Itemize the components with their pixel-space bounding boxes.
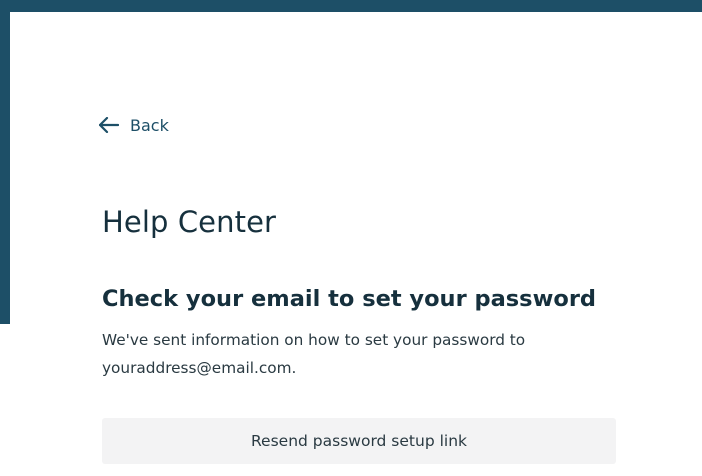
confirmation-heading: Check your email to set your password [102, 286, 597, 312]
confirmation-message: We've sent information on how to set you… [102, 326, 622, 382]
back-link[interactable]: Back [98, 114, 169, 136]
top-accent-bar [0, 0, 702, 12]
back-label: Back [130, 115, 169, 135]
confirmation-email-address: youraddress@email.com. [102, 359, 297, 377]
left-accent-bar [0, 0, 10, 324]
resend-setup-link-button[interactable]: Resend password setup link [102, 418, 616, 464]
confirmation-message-line1: We've sent information on how to set you… [102, 331, 526, 349]
arrow-left-icon [98, 114, 120, 136]
password-setup-page: Back Help Center Check your email to set… [0, 0, 702, 476]
page-title: Help Center [102, 205, 277, 239]
